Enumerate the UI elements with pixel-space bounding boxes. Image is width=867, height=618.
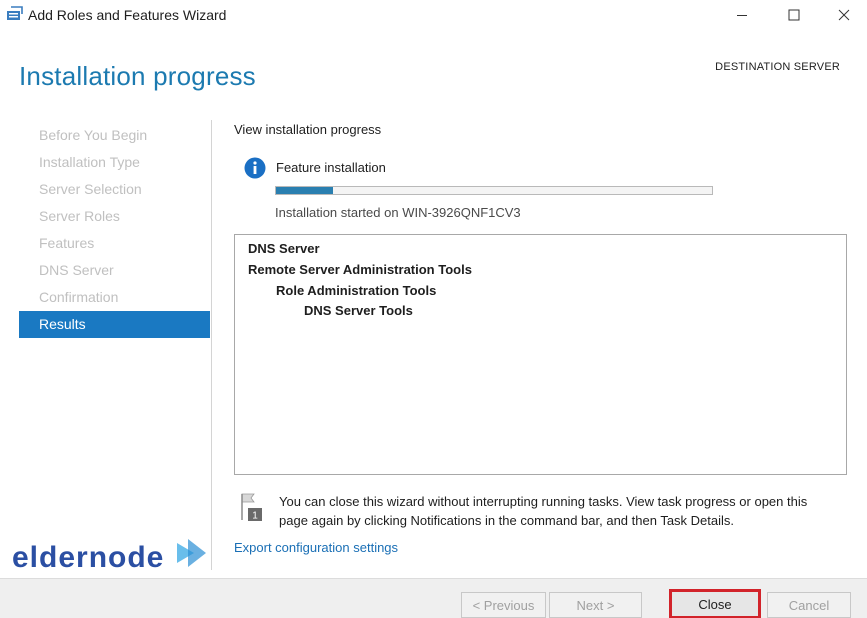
export-configuration-link[interactable]: Export configuration settings — [234, 540, 398, 555]
progress-bar-fill — [276, 187, 333, 194]
cancel-button[interactable]: Cancel — [767, 592, 851, 618]
title-bar: Add Roles and Features Wizard — [0, 0, 867, 30]
nav-item-before-you-begin: Before You Begin — [39, 127, 148, 143]
nav-item-features: Features — [39, 235, 95, 251]
result-item-dns-server: DNS Server — [248, 241, 320, 256]
window-title: Add Roles and Features Wizard — [28, 7, 227, 23]
previous-button[interactable]: < Previous — [461, 592, 546, 618]
nav-item-server-roles: Server Roles — [39, 208, 120, 224]
result-item-dns-server-tools: DNS Server Tools — [304, 303, 413, 318]
nav-item-dns-server: DNS Server — [39, 262, 114, 278]
notification-flag-icon: 1 — [241, 493, 262, 522]
nav-item-installation-type: Installation Type — [39, 154, 140, 170]
maximize-button[interactable] — [771, 0, 817, 30]
next-button[interactable]: Next > — [549, 592, 642, 618]
info-icon — [244, 157, 266, 179]
close-button[interactable]: Close — [669, 589, 761, 618]
destination-server-label: DESTINATION SERVER — [715, 61, 840, 73]
wizard-steps-nav: Before You Begin Installation Type Serve… — [19, 122, 210, 338]
result-item-rsat: Remote Server Administration Tools — [248, 262, 472, 277]
close-wizard-notice: You can close this wizard without interr… — [279, 494, 808, 528]
feature-installation-label: Feature installation — [276, 160, 386, 175]
page-title: Installation progress — [19, 61, 256, 91]
close-window-button[interactable] — [821, 0, 867, 30]
nav-item-server-selection: Server Selection — [39, 181, 142, 197]
maximize-icon — [788, 9, 800, 21]
installation-progress-bar — [275, 186, 713, 195]
minimize-button[interactable] — [719, 0, 765, 30]
nav-item-confirmation: Confirmation — [39, 289, 119, 305]
eldernode-wordmark: eldernode — [12, 541, 164, 574]
eldernode-logo: eldernode — [12, 539, 206, 574]
notice-badge: 1 — [252, 511, 258, 522]
close-icon — [838, 9, 850, 21]
results-list[interactable]: DNS Server Remote Server Administration … — [234, 234, 847, 475]
nav-divider — [211, 120, 212, 570]
wizard-footer: < Previous Next > Close Cancel — [0, 578, 867, 618]
installation-started-text: Installation started on WIN-3926QNF1CV3 — [275, 205, 521, 220]
nav-item-results[interactable]: Results — [19, 311, 210, 338]
section-heading: View installation progress — [234, 122, 382, 137]
result-item-role-admin-tools: Role Administration Tools — [276, 283, 437, 298]
minimize-icon — [737, 15, 747, 16]
server-manager-icon — [7, 6, 23, 20]
